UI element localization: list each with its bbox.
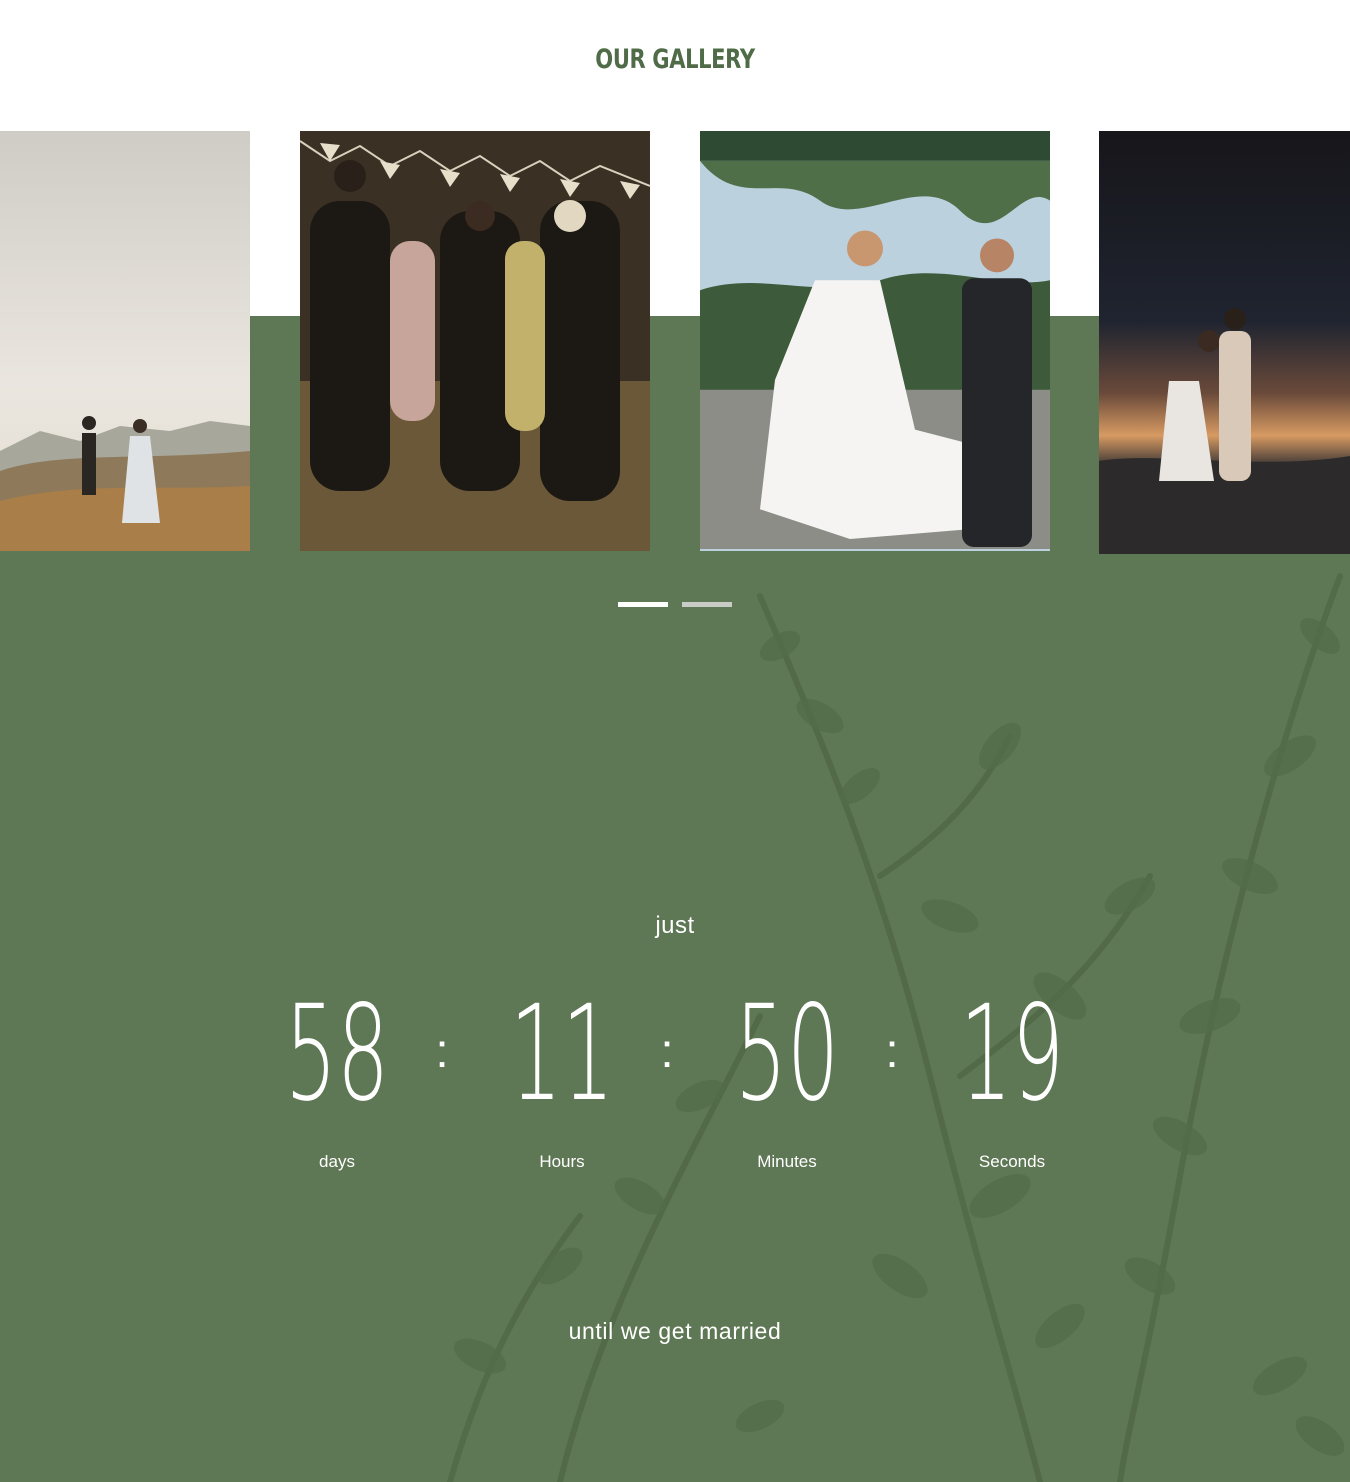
couple-walking-field-photo[interactable] — [0, 131, 250, 551]
countdown-minutes-label: Minutes — [757, 1152, 817, 1171]
couple-sunset-beach-photo[interactable] — [1099, 131, 1350, 554]
countdown-intro: just — [655, 912, 695, 939]
countdown-days-label: days — [319, 1152, 355, 1171]
carousel-dot-2[interactable] — [682, 602, 732, 607]
countdown-hours-label: Hours — [539, 1152, 585, 1171]
countdown-separator: : — [885, 1025, 899, 1078]
countdown-hours: 11 — [509, 977, 615, 1131]
guests-dancing-photo[interactable] — [300, 131, 650, 551]
countdown-days: 58 — [284, 977, 390, 1131]
countdown-minutes: 50 — [734, 977, 840, 1131]
countdown-separator: : — [435, 1025, 449, 1078]
gallery-title: OUR GALLERY — [595, 44, 755, 75]
gallery-carousel[interactable] — [0, 131, 1350, 555]
countdown-separator: : — [660, 1025, 674, 1078]
countdown-seconds-label: Seconds — [978, 1152, 1046, 1171]
countdown-outro: until we get married — [568, 1318, 782, 1344]
carousel-pagination — [618, 602, 732, 607]
countdown-seconds: 19 — [959, 977, 1065, 1131]
carousel-dot-1[interactable] — [618, 602, 668, 607]
bride-groom-ceremony-photo[interactable] — [700, 131, 1050, 551]
